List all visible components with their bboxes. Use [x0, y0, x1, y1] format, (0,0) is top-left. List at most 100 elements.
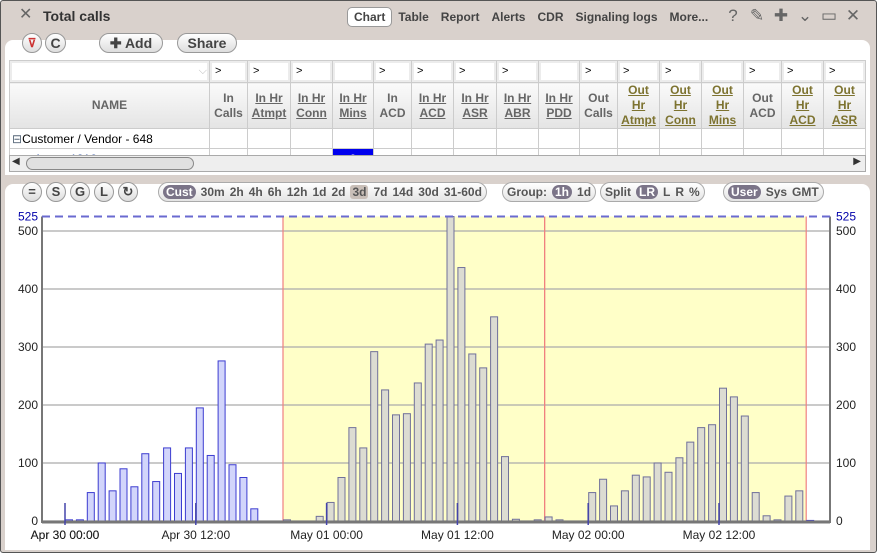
y-tick-label-right: 0: [836, 514, 843, 528]
ranges-option[interactable]: 6h: [268, 185, 282, 199]
bar: [664, 471, 673, 522]
bar: [762, 515, 771, 522]
bar: [697, 427, 706, 522]
y-tick-label-right: 200: [836, 398, 856, 412]
group-label: Group:: [507, 185, 547, 199]
bar: [642, 476, 651, 522]
x-tick-label: Apr 30 12:00: [161, 528, 230, 542]
x-tick-label: May 01 00:00: [290, 528, 363, 542]
ranges-option[interactable]: 7d: [373, 185, 387, 199]
bar: [457, 267, 466, 522]
bar: [326, 501, 335, 522]
ranges-option[interactable]: 3d: [350, 185, 369, 199]
bar: [501, 456, 509, 522]
bar: [97, 462, 106, 522]
bar: [217, 360, 226, 522]
chart-button[interactable]: G: [70, 182, 90, 202]
chart-button[interactable]: L: [94, 182, 114, 202]
bar: [795, 490, 804, 522]
range-selector: Cust 30m 2h 4h 6h 12h 1d 2d 3d 7d 14d 30d 31-60d: [158, 182, 487, 202]
bar: [130, 486, 139, 522]
bar: [599, 478, 608, 522]
bar: [108, 490, 117, 522]
ranges-option[interactable]: Cust: [163, 185, 196, 199]
bar: [141, 453, 150, 522]
bar: [435, 339, 444, 522]
bar: [239, 477, 248, 522]
bar: [413, 382, 422, 522]
ranges-option[interactable]: 4h: [249, 185, 263, 199]
bar: [315, 515, 324, 522]
x-tick-label: Apr 30 00:00: [31, 528, 100, 542]
tz-option[interactable]: Sys: [766, 185, 787, 199]
x-tick-label: May 01 12:00: [421, 528, 494, 542]
y-tick-label-right: 300: [836, 340, 856, 354]
ranges-option[interactable]: 14d: [393, 185, 414, 199]
y-tick-label-right: 400: [836, 282, 856, 296]
splits-option[interactable]: L: [663, 185, 670, 199]
bar: [479, 367, 488, 522]
tz-option[interactable]: User: [728, 185, 761, 199]
split-selector: Split LR L R%: [600, 182, 705, 202]
x-tick-label: May 02 00:00: [552, 528, 625, 542]
bar: [348, 427, 357, 522]
bar: [751, 492, 760, 522]
timezone-selector: User Sys GMT: [723, 182, 824, 202]
ranges-option[interactable]: 30m: [201, 185, 225, 199]
x-tick-label: May 02 12:00: [683, 528, 756, 542]
bar: [631, 474, 640, 522]
bar: [337, 477, 346, 522]
bar: [152, 481, 161, 522]
bar: [719, 387, 727, 522]
bar: [490, 316, 499, 522]
bar: [174, 472, 182, 522]
bar: [206, 454, 215, 522]
groups-option[interactable]: 1d: [577, 185, 591, 199]
bar: [381, 389, 390, 522]
bar: [446, 216, 455, 522]
bar: [392, 414, 400, 522]
group-selector: Group: 1h 1d: [502, 182, 597, 202]
bar-chart: 0 0100 100200 200300 300400 400500 500525 525Ap…: [18, 210, 856, 543]
bar: [729, 396, 738, 522]
ranges-option[interactable]: 30d: [418, 185, 439, 199]
splits-option[interactable]: %: [689, 185, 700, 199]
y-tick-label-left: 0: [31, 514, 38, 528]
max-label-right: 525: [836, 210, 856, 224]
ranges-option[interactable]: 31-60d: [444, 185, 482, 199]
chart-button[interactable]: S: [46, 182, 66, 202]
ranges-option[interactable]: 2h: [230, 185, 244, 199]
chart-button[interactable]: =: [22, 182, 42, 202]
chart-button[interactable]: ↻: [118, 182, 138, 202]
y-tick-label-right: 500: [836, 224, 856, 238]
highlight-region: [544, 216, 807, 521]
bar: [686, 441, 695, 522]
bar: [86, 492, 95, 522]
ranges-option[interactable]: 12h: [287, 185, 308, 199]
bar: [740, 415, 749, 522]
splits-option[interactable]: R: [675, 185, 684, 199]
split-label: Split: [605, 185, 631, 199]
y-tick-label-left: 300: [18, 340, 38, 354]
bar: [195, 407, 204, 522]
bar: [544, 516, 553, 522]
bar: [250, 508, 259, 522]
bar: [184, 447, 193, 522]
y-tick-label-left: 400: [18, 282, 38, 296]
y-tick-label-right: 100: [836, 456, 856, 470]
splits-option[interactable]: LR: [636, 185, 658, 199]
ranges-option[interactable]: 2d: [331, 185, 345, 199]
y-tick-label-left: 100: [18, 456, 38, 470]
bar: [675, 457, 684, 522]
bar: [708, 424, 717, 522]
bar: [784, 495, 793, 522]
groups-option[interactable]: 1h: [552, 185, 573, 199]
bar: [620, 490, 629, 522]
max-label-left: 525: [18, 210, 38, 224]
bar: [370, 351, 379, 522]
bar: [610, 505, 618, 522]
ranges-option[interactable]: 1d: [312, 185, 326, 199]
y-tick-label-left: 200: [18, 398, 38, 412]
bar: [402, 413, 411, 522]
tz-option[interactable]: GMT: [792, 185, 819, 199]
